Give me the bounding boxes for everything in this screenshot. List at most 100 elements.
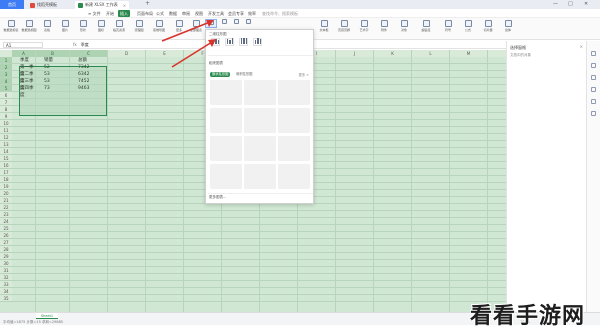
row-header[interactable]: 13 — [0, 141, 12, 148]
row-header[interactable]: 33 — [0, 281, 12, 288]
template-thumbnail[interactable] — [278, 80, 310, 105]
backup-icon[interactable] — [591, 87, 596, 92]
picture-button[interactable]: 图片 — [57, 20, 73, 38]
table-cell[interactable]: 第一季度 — [18, 64, 36, 77]
row-header[interactable]: 30 — [0, 260, 12, 267]
style-icon[interactable] — [591, 63, 596, 68]
template-thumbnail[interactable] — [210, 108, 242, 133]
column-header[interactable]: C — [70, 50, 108, 57]
close-icon[interactable]: × — [580, 44, 583, 49]
attachment-button[interactable]: 附件 — [376, 20, 392, 38]
template-thumbnail[interactable] — [244, 108, 276, 133]
clustered-column-option[interactable] — [211, 38, 220, 46]
stacked-column-option[interactable] — [225, 38, 234, 46]
row-header[interactable]: 31 — [0, 267, 12, 274]
row-header[interactable]: 4 — [0, 78, 12, 85]
column-header[interactable]: E — [146, 50, 184, 57]
table-cell[interactable]: 7342 — [76, 64, 108, 71]
hyperlink-button[interactable]: 超链接 — [418, 20, 434, 38]
table-cell[interactable]: 52 — [42, 64, 70, 71]
menu-member[interactable]: 会员专享 — [228, 10, 244, 17]
slicer-button[interactable]: 切片器 — [480, 20, 496, 38]
equation-button[interactable]: 公式 — [460, 20, 476, 38]
row-header[interactable]: 18 — [0, 176, 12, 183]
tag-stacked[interactable]: 堆积柱形图 — [234, 72, 254, 77]
header-cell[interactable]: 销量 — [42, 57, 70, 64]
row-header[interactable]: 25 — [0, 225, 12, 232]
menu-page-layout[interactable]: 页面布局 — [137, 10, 153, 17]
menu-formulas[interactable]: 公式 — [156, 10, 164, 17]
template-thumbnail[interactable] — [244, 164, 276, 189]
tab-templates[interactable]: 找稻壳模板 — [27, 1, 60, 9]
docer-resource-button[interactable]: 稻壳资源 — [111, 20, 127, 38]
menu-home[interactable]: 开始 — [106, 10, 114, 17]
percent-stacked-column-option[interactable] — [239, 38, 248, 46]
table-cell[interactable]: 53 — [42, 71, 70, 78]
table-cell[interactable]: 第三季度 — [18, 78, 36, 91]
row-header[interactable]: 6 — [0, 92, 12, 99]
bar-chart-button[interactable] — [243, 19, 253, 28]
menu-efficiency[interactable]: 效率 — [248, 10, 256, 17]
column-header[interactable]: D — [108, 50, 146, 57]
new-tab-button[interactable]: + — [145, 0, 150, 7]
column-header[interactable]: A — [12, 50, 36, 57]
row-header[interactable]: 22 — [0, 204, 12, 211]
table-cell[interactable]: 6342 — [76, 71, 108, 78]
menu-developer[interactable]: 开发工具 — [208, 10, 224, 17]
row-header[interactable]: 16 — [0, 162, 12, 169]
icons-button[interactable]: 图标 — [93, 20, 109, 38]
table-cell[interactable]: 73 — [42, 85, 70, 92]
template-thumbnail[interactable] — [278, 136, 310, 161]
row-header[interactable]: 21 — [0, 197, 12, 204]
table-cell[interactable]: 53 — [42, 78, 70, 85]
row-header[interactable]: 17 — [0, 169, 12, 176]
table-button[interactable]: 表格 — [39, 20, 55, 38]
pivot-chart-button[interactable]: 数据透视图 — [21, 20, 37, 38]
shape-icon[interactable] — [591, 75, 596, 80]
close-window-button[interactable]: ✕ — [584, 1, 588, 7]
mindmap-button[interactable]: 思维导图 — [151, 20, 167, 38]
row-header[interactable]: 14 — [0, 148, 12, 155]
row-header[interactable]: 29 — [0, 253, 12, 260]
row-header[interactable]: 27 — [0, 239, 12, 246]
symbol-button[interactable]: 符号 — [440, 20, 456, 38]
column-header[interactable]: L — [412, 50, 450, 57]
column-chart-button[interactable] — [205, 19, 217, 28]
help-icon[interactable] — [591, 111, 596, 116]
sheet-tab[interactable]: Sheet1 — [36, 313, 58, 319]
template-thumbnail[interactable] — [278, 164, 310, 189]
name-box[interactable]: A1 — [3, 41, 43, 48]
table-cell[interactable]: 第二季度 — [18, 71, 36, 84]
row-header[interactable]: 3 — [0, 71, 12, 78]
textbox-button[interactable]: 文本框 — [316, 20, 332, 38]
row-header[interactable]: 32 — [0, 274, 12, 281]
object-button[interactable]: 对象 — [396, 20, 412, 38]
menu-file[interactable]: ≡ 文件 — [88, 10, 101, 17]
row-header[interactable]: 10 — [0, 120, 12, 127]
more-button[interactable]: 更多 — [171, 20, 187, 38]
all-charts-button[interactable]: 全部图表 — [188, 20, 204, 38]
pivot-table-button[interactable]: 数据透视表 — [3, 20, 19, 38]
minimize-button[interactable]: — — [553, 1, 558, 7]
row-header[interactable]: 9 — [0, 113, 12, 120]
menu-insert[interactable]: 插入 — [118, 10, 130, 17]
column-header[interactable]: B — [36, 50, 70, 57]
settings-icon[interactable] — [591, 99, 596, 104]
flowchart-button[interactable]: 流程图 — [131, 20, 147, 38]
template-thumbnail[interactable] — [244, 80, 276, 105]
column-header[interactable]: M — [450, 50, 488, 57]
row-header[interactable]: 15 — [0, 155, 12, 162]
close-tab-icon[interactable]: × — [123, 3, 126, 8]
menu-view[interactable]: 视图 — [195, 10, 203, 17]
tag-clustered[interactable]: 簇状柱形图 — [210, 72, 231, 77]
maximize-button[interactable]: □ — [568, 1, 573, 7]
row-header[interactable]: 11 — [0, 127, 12, 134]
table-cell[interactable]: 第四季度 — [18, 85, 36, 98]
more-templates-link[interactable]: 更多 > — [299, 72, 309, 77]
more-charts-link[interactable]: 更多图表... — [209, 195, 226, 200]
row-header[interactable]: 28 — [0, 246, 12, 253]
menu-data[interactable]: 数据 — [169, 10, 177, 17]
table-cell[interactable]: 9463 — [76, 85, 108, 92]
row-header[interactable]: 35 — [0, 295, 12, 302]
row-header[interactable]: 2 — [0, 64, 12, 71]
